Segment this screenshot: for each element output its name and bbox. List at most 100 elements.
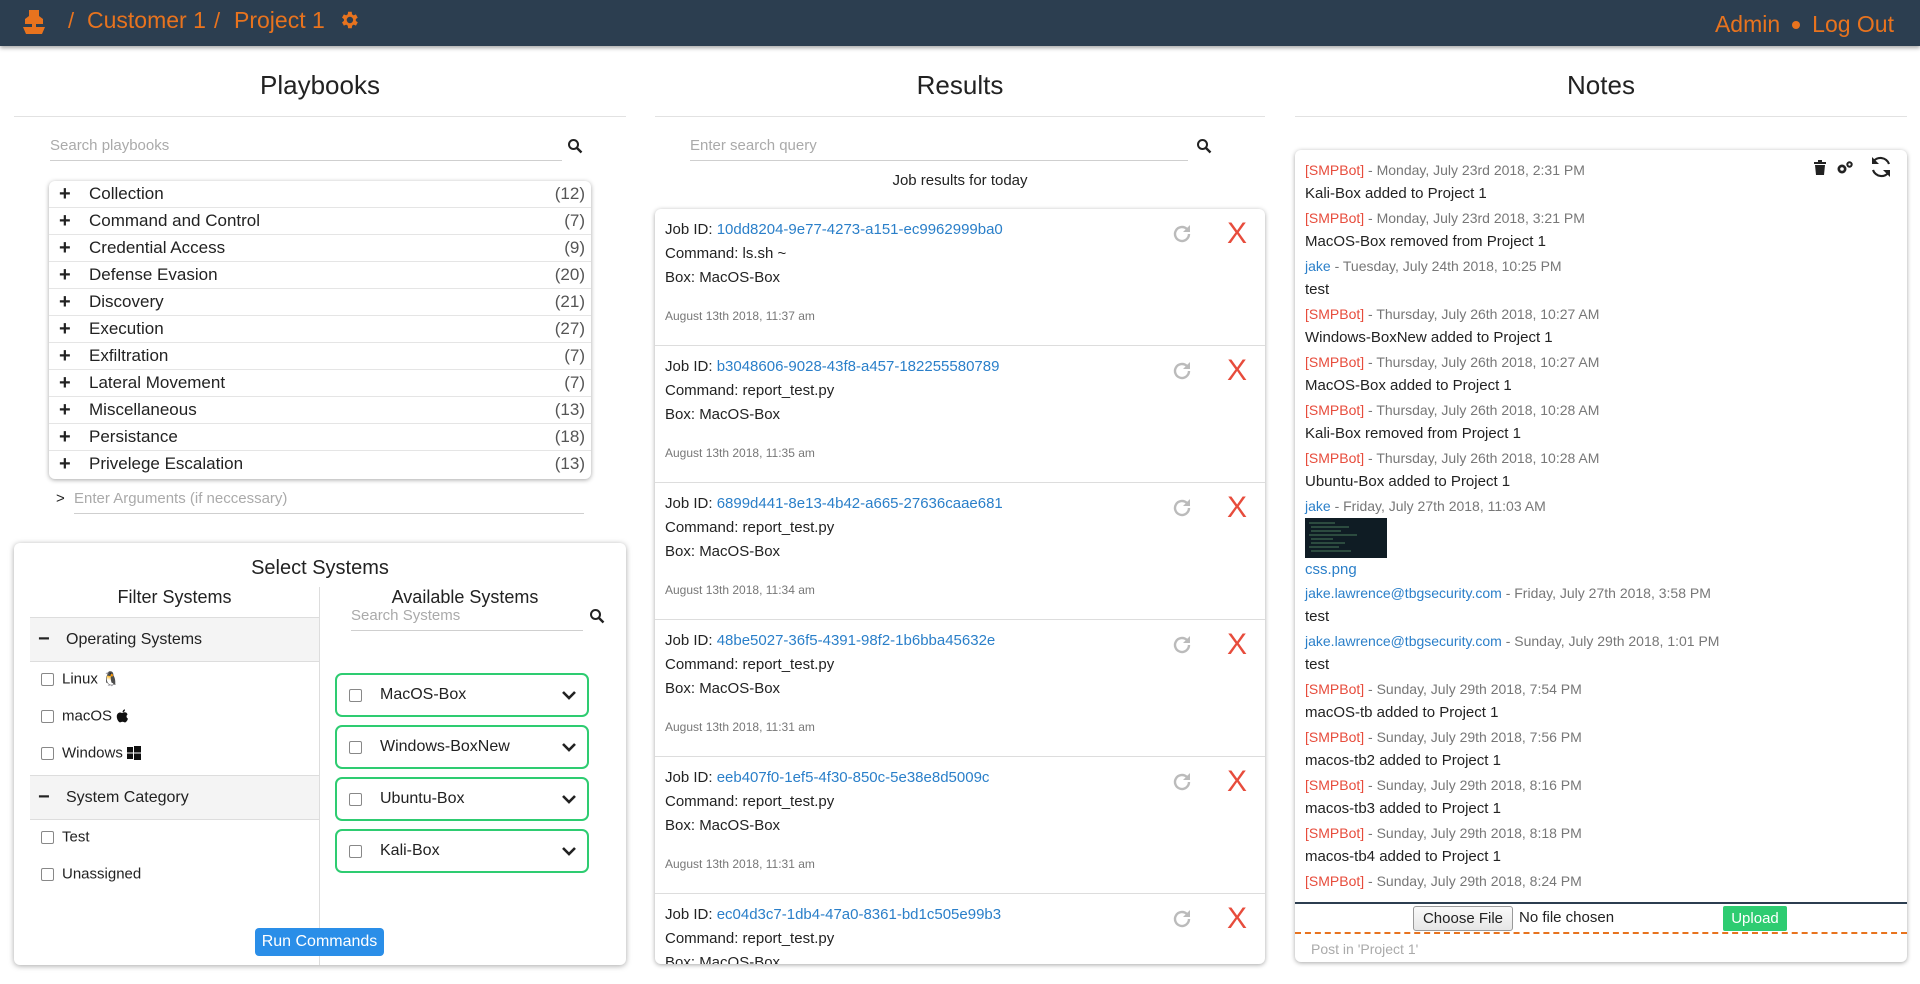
checkbox[interactable] [349,741,362,754]
category-name: Collection [89,184,164,203]
refresh-icon[interactable] [1171,360,1193,382]
refresh-icon[interactable] [1171,223,1193,245]
expand-icon[interactable]: + [59,291,71,314]
job-id-link[interactable]: ec04d3c7-1db4-47a0-8361-bd1c505e99b3 [717,906,1001,923]
checkbox[interactable] [349,689,362,702]
refresh-icon[interactable] [1171,908,1193,930]
system-card[interactable]: Ubuntu-Box [335,777,589,821]
playbook-category[interactable]: + Defense Evasion (20) [49,262,591,289]
os-filter-group[interactable]: − Operating Systems [30,617,319,662]
delete-job-button[interactable]: X [1227,491,1247,525]
app-logo-icon[interactable] [20,7,48,39]
note-author[interactable]: jake.lawrence@tbgsecurity.com [1305,585,1502,601]
note-author: [SMPBot] [1305,306,1365,322]
job-id-link[interactable]: 6899d441-8e13-4b42-a665-27636caae681 [717,495,1003,512]
upload-button[interactable]: Upload [1723,906,1787,931]
job-id-link[interactable]: 48be5027-36f5-4391-98f2-1b6bba45632e [717,632,996,649]
expand-icon[interactable]: + [59,183,71,206]
checkbox[interactable] [41,709,54,723]
playbook-category[interactable]: + Credential Access (9) [49,235,591,262]
chevron-down-icon[interactable] [561,792,577,806]
arguments-input[interactable]: Enter Arguments (if neccessary) [74,490,584,514]
playbook-category[interactable]: + Persistance (18) [49,424,591,451]
playbook-category[interactable]: + Exfiltration (7) [49,343,591,370]
settings-icon[interactable] [1836,160,1854,176]
filter-test[interactable]: Test [41,828,90,850]
checkbox[interactable] [41,672,54,686]
post-note-input[interactable]: Post in 'Project 1' [1295,932,1907,962]
checkbox[interactable] [41,867,54,881]
search-icon[interactable] [567,138,583,154]
playbook-category[interactable]: + Command and Control (7) [49,208,591,235]
playbook-category[interactable]: + Lateral Movement (7) [49,370,591,397]
playbook-category[interactable]: + Discovery (21) [49,289,591,316]
note-author[interactable]: jake [1305,498,1331,514]
expand-icon[interactable]: + [59,264,71,287]
refresh-icon[interactable] [1868,154,1894,180]
delete-job-button[interactable]: X [1227,217,1247,251]
collapse-icon[interactable]: − [38,786,50,809]
chevron-down-icon[interactable] [561,740,577,754]
expand-icon[interactable]: + [59,426,71,449]
expand-icon[interactable]: + [59,210,71,233]
expand-icon[interactable]: + [59,318,71,341]
refresh-icon[interactable] [1171,634,1193,656]
delete-job-button[interactable]: X [1227,902,1247,936]
note-header: [SMPBot] - Thursday, July 26th 2018, 10:… [1305,450,1599,466]
note-author[interactable]: jake [1305,258,1331,274]
job-box: MacOS-Box [699,680,781,697]
refresh-icon[interactable] [1171,771,1193,793]
refresh-icon[interactable] [1171,497,1193,519]
playbook-category[interactable]: + Execution (27) [49,316,591,343]
job-id-link[interactable]: eeb407f0-1ef5-4f30-850c-5e38e8d5009c [717,769,990,786]
expand-icon[interactable]: + [59,453,71,476]
checkbox[interactable] [349,845,362,858]
delete-job-button[interactable]: X [1227,354,1247,388]
playbook-category[interactable]: + Privelege Escalation (13) [49,451,591,478]
collapse-icon[interactable]: − [38,628,50,651]
expand-icon[interactable]: + [59,237,71,260]
breadcrumb-customer[interactable]: Customer 1 [87,7,206,34]
filter-windows[interactable]: Windows [41,744,142,766]
system-card[interactable]: MacOS-Box [335,673,589,717]
expand-icon[interactable]: + [59,345,71,368]
playbook-category[interactable]: + Collection (12) [49,181,591,208]
search-icon[interactable] [589,608,605,624]
chevron-down-icon[interactable] [561,688,577,702]
expand-icon[interactable]: + [59,399,71,422]
breadcrumb-project[interactable]: Project 1 [234,7,325,34]
attachment-thumbnail[interactable] [1305,518,1387,558]
playbook-category[interactable]: + Miscellaneous (13) [49,397,591,424]
results-search-input[interactable]: Enter search query [690,133,1188,161]
system-card[interactable]: Windows-BoxNew [335,725,589,769]
note-header: [SMPBot] - Sunday, July 29th 2018, 8:16 … [1305,777,1582,793]
attachment-link[interactable]: css.png [1305,561,1357,578]
playbook-search-input[interactable]: Search playbooks [50,133,562,161]
expand-icon[interactable]: + [59,372,71,395]
checkbox[interactable] [41,746,54,760]
logout-link[interactable]: Log Out [1812,11,1894,38]
delete-job-button[interactable]: X [1227,628,1247,662]
admin-link[interactable]: Admin [1715,11,1780,38]
checkbox[interactable] [349,793,362,806]
choose-file-button[interactable]: Choose File [1413,906,1513,931]
category-count: (18) [554,427,585,446]
delete-job-button[interactable]: X [1227,765,1247,799]
filter-linux[interactable]: Linux 🐧 [41,670,119,692]
filter-macos[interactable]: macOS [41,707,129,729]
trash-icon[interactable] [1813,160,1827,176]
filter-unassigned[interactable]: Unassigned [41,865,141,887]
systems-search-input[interactable]: Search Systems [351,603,583,631]
job-id-link[interactable]: b3048606-9028-43f8-a457-182255580789 [717,358,1000,375]
run-commands-button[interactable]: Run Commands [255,928,384,956]
command-label: Command: [665,793,743,810]
job-id-link[interactable]: 10dd8204-9e77-4273-a151-ec9962999ba0 [717,221,1003,238]
chevron-down-icon[interactable] [561,844,577,858]
category-filter-group[interactable]: − System Category [30,775,319,820]
system-card[interactable]: Kali-Box [335,829,589,873]
command-label: Command: [665,245,743,262]
note-author[interactable]: jake.lawrence@tbgsecurity.com [1305,633,1502,649]
checkbox[interactable] [41,830,54,844]
gear-icon[interactable] [338,9,360,31]
search-icon[interactable] [1196,138,1212,154]
